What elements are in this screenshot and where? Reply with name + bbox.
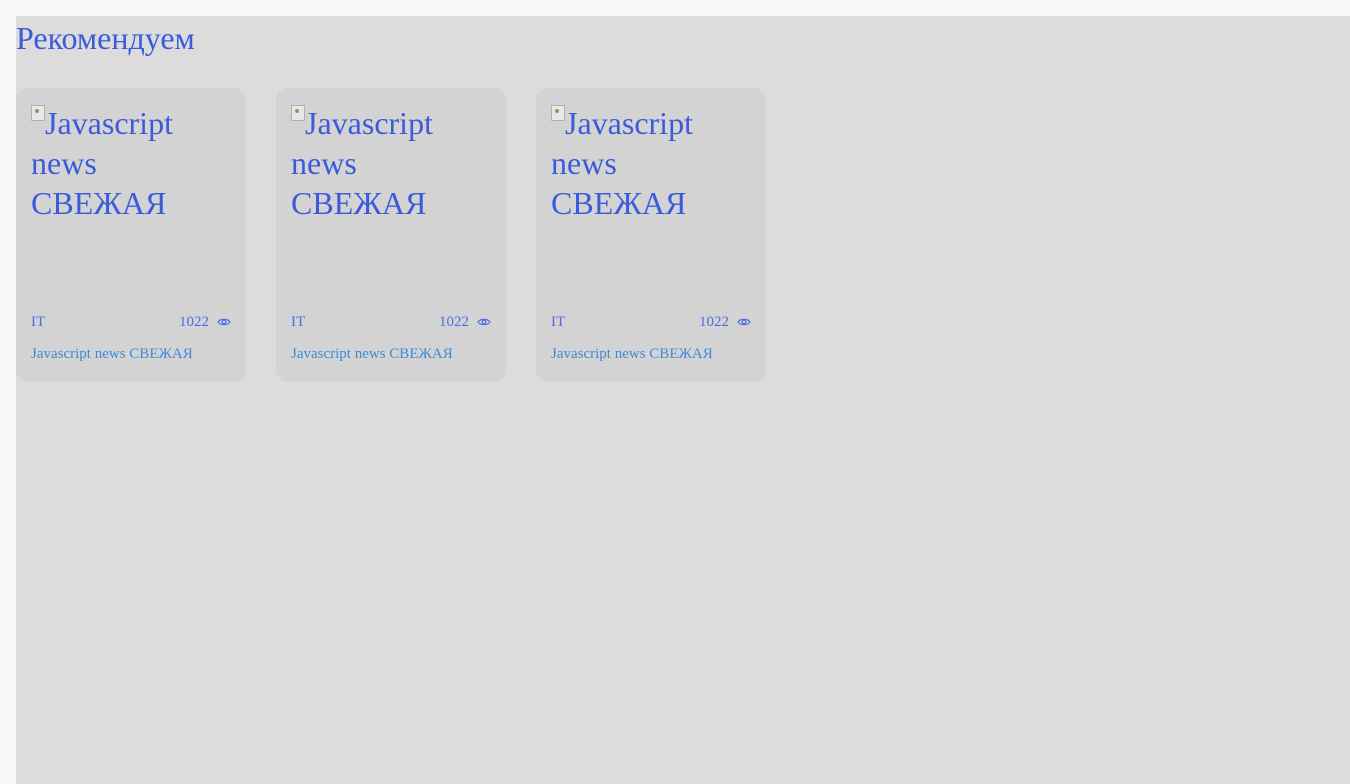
- cards-list: Javascript news СВЕЖАЯ IT 1022 Javascrip…: [16, 88, 766, 382]
- card-image-alt-text: Javascript news СВЕЖАЯ: [551, 105, 693, 221]
- broken-image-icon: [551, 105, 565, 121]
- card-views: 1022: [179, 314, 231, 331]
- eye-icon: [217, 318, 231, 326]
- card-category[interactable]: IT: [31, 314, 45, 331]
- card-views-count: 1022: [439, 313, 469, 330]
- news-card[interactable]: Javascript news СВЕЖАЯ IT 1022 Javascrip…: [536, 88, 766, 382]
- card-image[interactable]: Javascript news СВЕЖАЯ: [551, 103, 751, 303]
- card-views-count: 1022: [699, 313, 729, 330]
- eye-icon: [477, 318, 491, 326]
- recommended-section: Рекомендуем Javascript news СВЕЖАЯ IT 10…: [16, 16, 1350, 784]
- card-meta: IT 1022: [551, 312, 751, 332]
- card-category[interactable]: IT: [551, 314, 565, 331]
- card-image-alt-text: Javascript news СВЕЖАЯ: [31, 105, 173, 221]
- news-card[interactable]: Javascript news СВЕЖАЯ IT 1022 Javascrip…: [16, 88, 246, 382]
- card-title-link[interactable]: Javascript news СВЕЖАЯ: [291, 344, 496, 364]
- card-image[interactable]: Javascript news СВЕЖАЯ: [291, 103, 491, 303]
- card-meta: IT 1022: [31, 312, 231, 332]
- news-card[interactable]: Javascript news СВЕЖАЯ IT 1022 Javascrip…: [276, 88, 506, 382]
- card-views: 1022: [439, 314, 491, 331]
- broken-image-icon: [31, 105, 45, 121]
- card-meta: IT 1022: [291, 312, 491, 332]
- card-category[interactable]: IT: [291, 314, 305, 331]
- card-title-link[interactable]: Javascript news СВЕЖАЯ: [31, 344, 236, 364]
- section-title: Рекомендуем: [16, 20, 195, 56]
- broken-image-icon: [291, 105, 305, 121]
- eye-icon: [737, 318, 751, 326]
- card-image-alt-text: Javascript news СВЕЖАЯ: [291, 105, 433, 221]
- card-views: 1022: [699, 314, 751, 331]
- card-image[interactable]: Javascript news СВЕЖАЯ: [31, 103, 231, 303]
- card-title-link[interactable]: Javascript news СВЕЖАЯ: [551, 344, 756, 364]
- card-views-count: 1022: [179, 313, 209, 330]
